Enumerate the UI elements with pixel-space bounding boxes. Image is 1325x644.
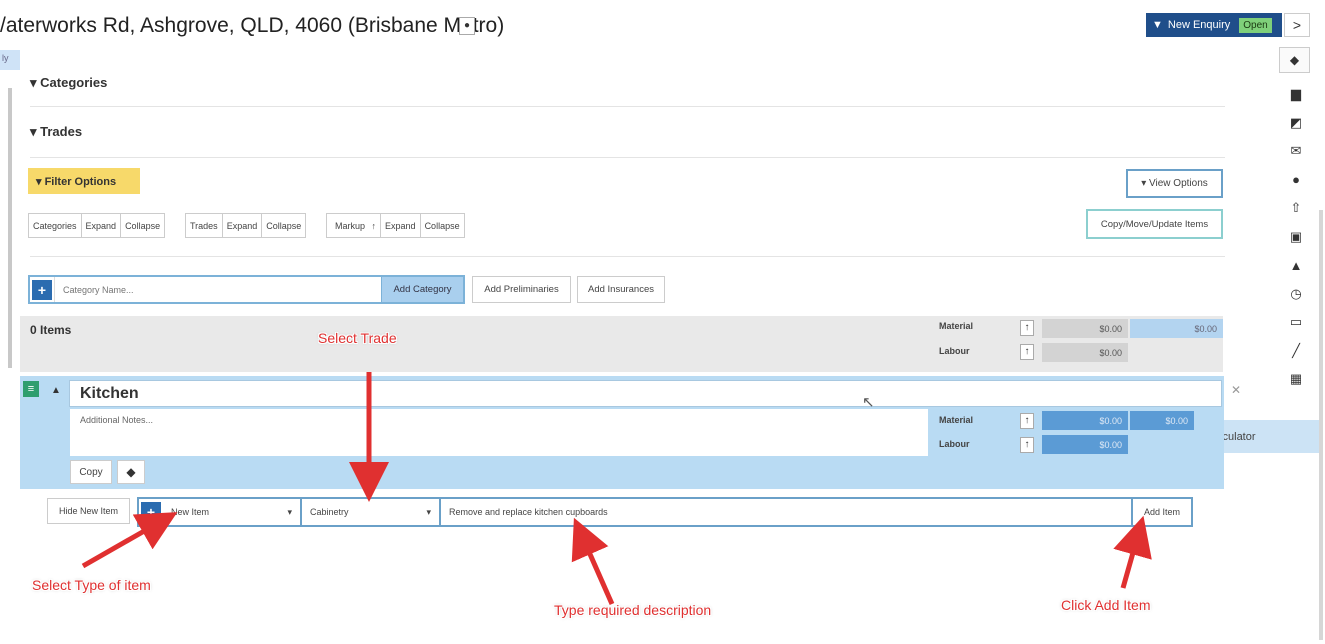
arrow-to-description [571,517,615,606]
annotation-click-add: Click Add Item [1061,597,1151,613]
annotation-select-type: Select Type of item [32,577,151,593]
annotation-select-trade: Select Trade [318,330,397,346]
arrow-to-add-item [1113,515,1152,589]
arrow-to-type [81,512,178,569]
annotation-type-description: Type required description [554,602,712,618]
annotation-arrows [81,372,1152,606]
